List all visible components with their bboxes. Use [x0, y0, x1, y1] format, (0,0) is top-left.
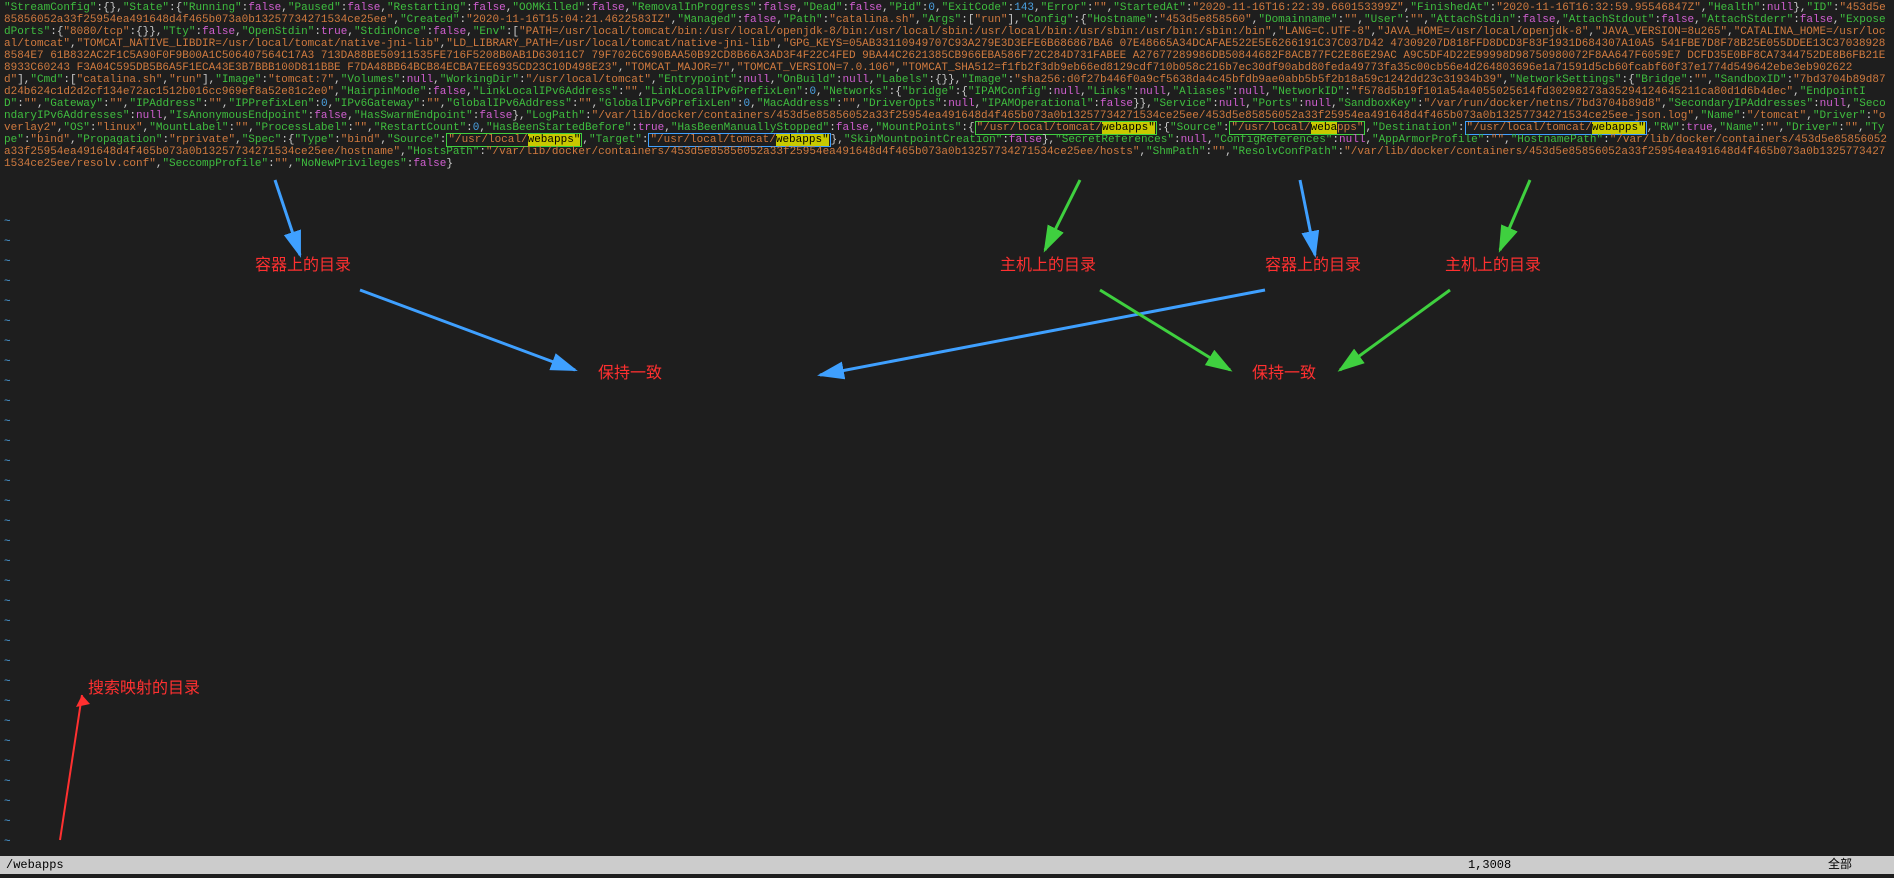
- arrow-blue-long-left: [820, 290, 1265, 375]
- label-host-dir-1: 主机上的目录: [1000, 260, 1096, 272]
- arrow-green-long-right: [1100, 290, 1230, 370]
- label-consistent-2: 保持一致: [1252, 368, 1316, 380]
- vim-search-text[interactable]: /webapps: [6, 856, 1468, 874]
- vim-cursor-pos: 1,3008: [1468, 856, 1828, 874]
- arrow-blue-long-right: [360, 290, 575, 370]
- arrow-search: [60, 695, 82, 840]
- label-host-dir-2: 主机上的目录: [1445, 260, 1541, 272]
- label-container-dir-1: 容器上的目录: [255, 260, 351, 272]
- label-search-mapped-dir: 搜索映射的目录: [88, 683, 200, 695]
- vim-scroll-pos: 全部: [1828, 856, 1888, 874]
- label-consistent-1: 保持一致: [598, 368, 662, 380]
- vim-tilde-lines: ~ ~ ~ ~ ~ ~ ~ ~ ~ ~ ~ ~ ~ ~ ~ ~ ~ ~ ~ ~ …: [4, 212, 11, 852]
- label-container-dir-2: 容器上的目录: [1265, 260, 1361, 272]
- vim-status-bar: /webapps 1,3008 全部: [0, 856, 1894, 874]
- arrow-green-2: [1500, 180, 1530, 250]
- arrow-green-1: [1045, 180, 1080, 250]
- arrow-blue-1: [275, 180, 300, 255]
- arrow-green-long-left: [1340, 290, 1450, 370]
- json-output-text: "StreamConfig":{},"State":{"Running":fal…: [0, 0, 1894, 172]
- arrow-blue-2: [1300, 180, 1315, 255]
